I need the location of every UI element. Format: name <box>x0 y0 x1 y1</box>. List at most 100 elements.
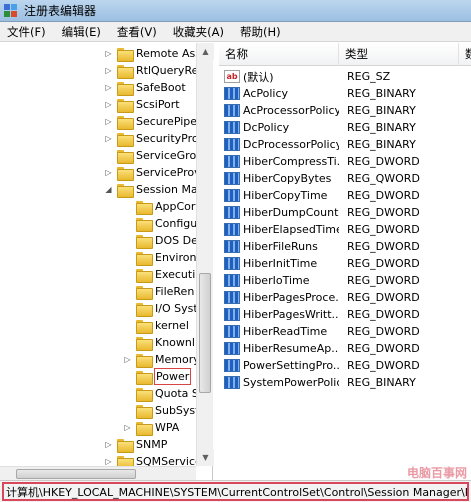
tree-item[interactable]: ▷ ServiceProv <box>104 164 202 181</box>
value-type: REG_BINARY <box>347 121 416 134</box>
expand-toggle-icon[interactable]: ▷ <box>104 66 113 75</box>
value-type: REG_BINARY <box>347 87 416 100</box>
folder-icon <box>117 132 134 147</box>
value-row[interactable]: DcProcessorPolicy REG_BINARY <box>219 136 471 153</box>
column-name-header[interactable]: 名称 <box>219 43 339 66</box>
folder-icon <box>136 217 153 232</box>
value-row[interactable]: SystemPowerPolicy REG_BINARY <box>219 374 471 391</box>
tree-item[interactable]: Executi <box>123 266 196 283</box>
tree-item[interactable]: I/O Syst <box>123 300 199 317</box>
value-type: REG_BINARY <box>347 138 416 151</box>
column-type-header[interactable]: 类型 <box>339 43 459 66</box>
expand-toggle-icon[interactable]: ▷ <box>104 117 113 126</box>
column-data-header[interactable]: 数 <box>459 43 471 66</box>
folder-icon <box>136 404 153 419</box>
tree-item[interactable]: ▷ SecurePipe <box>104 113 198 130</box>
menu-edit[interactable]: 编辑(E) <box>55 22 110 42</box>
registry-editor-icon <box>4 3 18 18</box>
value-row[interactable]: HiberCopyBytes REG_QWORD <box>219 170 471 187</box>
tree-item[interactable]: ▷ Remote Ass <box>104 45 202 62</box>
expand-toggle-icon[interactable]: ▷ <box>104 457 113 466</box>
tree-item[interactable]: ▷ ScsiPort <box>104 96 181 113</box>
expand-toggle-icon[interactable]: ▷ <box>104 83 113 92</box>
tree-item[interactable]: Knownl <box>123 334 196 351</box>
menu-favorites[interactable]: 收藏夹(A) <box>166 22 233 42</box>
value-name: HiberReadTime <box>243 325 328 338</box>
value-row[interactable]: HiberReadTime REG_DWORD <box>219 323 471 340</box>
tree-item[interactable]: Quota S <box>123 385 200 402</box>
expand-toggle-icon[interactable]: ▷ <box>104 440 113 449</box>
tree-item-label: FileRen <box>155 285 195 298</box>
list-header: 名称 类型 数 <box>219 43 471 66</box>
tree-item[interactable]: ▷ RtlQueryRe <box>104 62 199 79</box>
expand-toggle-icon[interactable]: ▷ <box>123 423 132 432</box>
folder-icon <box>117 149 134 164</box>
tree-scroll-thumb[interactable] <box>199 273 211 393</box>
value-row[interactable]: HiberPagesProce... REG_DWORD <box>219 289 471 306</box>
expand-toggle-icon[interactable]: ▷ <box>104 49 113 58</box>
binary-value-icon <box>224 189 240 202</box>
expand-toggle-icon[interactable]: ▷ <box>123 355 132 364</box>
tree-item-label: ServiceGrou <box>136 149 204 162</box>
expand-toggle-icon[interactable]: ▷ <box>104 134 113 143</box>
tree-item[interactable]: DOS De <box>123 232 199 249</box>
value-row[interactable]: HiberPagesWritt... REG_DWORD <box>219 306 471 323</box>
tree-item[interactable]: ▷ SecurityPro <box>104 130 200 147</box>
value-row[interactable]: HiberElapsedTime REG_DWORD <box>219 221 471 238</box>
tree-item[interactable]: kernel <box>123 317 190 334</box>
tree-item[interactable]: AppCor <box>123 198 196 215</box>
tree-item[interactable]: ▷ WPA <box>123 419 180 436</box>
value-type: REG_DWORD <box>347 223 420 236</box>
tree-item[interactable]: FileRen <box>123 283 195 300</box>
tree-item[interactable]: SubSyst <box>123 402 200 419</box>
tree-item-label: SecurePipe <box>136 115 198 128</box>
tree-item[interactable]: ▷ Memory <box>123 351 201 368</box>
tree-item[interactable]: ◢ Session Ma <box>104 181 199 198</box>
tree-item-label: SNMP <box>136 438 168 451</box>
value-row[interactable]: HiberResumeAp... REG_DWORD <box>219 340 471 357</box>
value-type: REG_DWORD <box>347 206 420 219</box>
value-row[interactable]: HiberFileRuns REG_DWORD <box>219 238 471 255</box>
expand-toggle-icon[interactable]: ◢ <box>104 185 113 194</box>
value-name: HiberElapsedTime <box>243 223 339 236</box>
value-row[interactable]: AcPolicy REG_BINARY <box>219 85 471 102</box>
value-type: REG_DWORD <box>347 359 420 372</box>
expand-toggle-icon[interactable]: ▷ <box>104 100 113 109</box>
expand-toggle-icon[interactable]: ▷ <box>104 168 113 177</box>
scroll-up-arrow-icon[interactable]: ▲ <box>197 43 214 60</box>
tree-item-label: Power <box>154 368 192 385</box>
tree-hscroll-thumb[interactable] <box>16 469 136 479</box>
registry-path: 计算机\HKEY_LOCAL_MACHINE\SYSTEM\CurrentCon… <box>2 482 469 501</box>
value-name: AcPolicy <box>243 87 289 100</box>
registry-tree[interactable]: ▷ Remote Ass ▷ RtlQueryRe ▷ SafeBoot ▷ ScsiPort… <box>0 43 213 480</box>
scroll-down-arrow-icon[interactable]: ▼ <box>197 449 214 466</box>
value-row[interactable]: HiberDumpCount REG_DWORD <box>219 204 471 221</box>
value-row[interactable]: HiberIoTime REG_DWORD <box>219 272 471 289</box>
value-row[interactable]: DcPolicy REG_BINARY <box>219 119 471 136</box>
tree-vertical-scrollbar[interactable]: ▲ ▼ <box>196 43 214 466</box>
value-type: REG_DWORD <box>347 291 420 304</box>
folder-icon <box>136 268 153 283</box>
value-row[interactable]: HiberCompressTi... REG_DWORD <box>219 153 471 170</box>
value-row[interactable]: PowerSettingPro... REG_DWORD <box>219 357 471 374</box>
tree-item[interactable]: ▷ SNMP <box>104 436 168 453</box>
value-row[interactable]: HiberCopyTime REG_DWORD <box>219 187 471 204</box>
values-list[interactable]: 名称 类型 数 ab (默认) REG_SZ AcPolicy REG_BINARY Ac… <box>219 43 471 480</box>
tree-item[interactable]: Environ <box>123 249 197 266</box>
binary-value-icon <box>224 359 240 372</box>
tree-horizontal-scrollbar[interactable] <box>0 466 196 480</box>
tree-item[interactable]: ServiceGrou <box>104 147 204 164</box>
tree-item[interactable]: Configu <box>123 215 198 232</box>
tree-item[interactable]: Power <box>123 368 192 385</box>
menu-file[interactable]: 文件(F) <box>0 22 55 42</box>
menu-help[interactable]: 帮助(H) <box>233 22 290 42</box>
value-row[interactable]: HiberInitTime REG_DWORD <box>219 255 471 272</box>
value-type: REG_DWORD <box>347 274 420 287</box>
value-row[interactable]: ab (默认) REG_SZ <box>219 68 471 85</box>
tree-item-label: Session Ma <box>136 183 198 196</box>
menu-view[interactable]: 查看(V) <box>110 22 166 42</box>
tree-item-label: ServiceProv <box>136 166 201 179</box>
folder-icon <box>117 64 134 79</box>
value-row[interactable]: AcProcessorPolicy REG_BINARY <box>219 102 471 119</box>
tree-item[interactable]: ▷ SafeBoot <box>104 79 187 96</box>
